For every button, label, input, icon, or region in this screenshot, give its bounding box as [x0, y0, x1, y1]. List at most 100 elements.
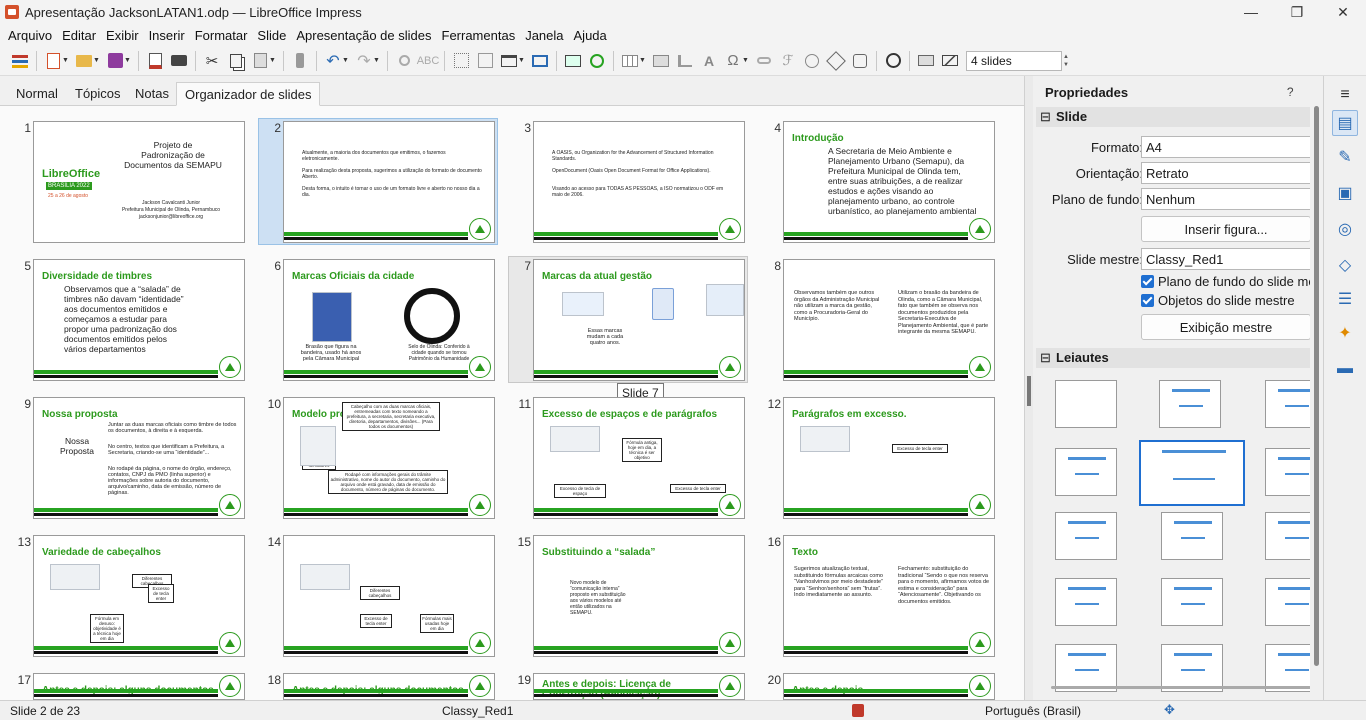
master-background-checkbox[interactable]: Plano de fundo do slide mestre: [1141, 274, 1323, 289]
layout-option[interactable]: [1055, 578, 1117, 626]
slides-per-row-spinner[interactable]: ▲ ▼: [1063, 53, 1069, 69]
insert-chart-icon[interactable]: [675, 51, 695, 71]
menu-apresentacao[interactable]: Apresentação de slides: [291, 28, 436, 43]
layout-option[interactable]: [1055, 448, 1117, 496]
slide-transition-deck-icon[interactable]: ☰: [1332, 286, 1358, 312]
grid-icon[interactable]: [451, 51, 471, 71]
menu-exibir[interactable]: Exibir: [101, 28, 144, 43]
slide-layout-icon[interactable]: [499, 51, 519, 71]
helplines-icon[interactable]: [475, 51, 495, 71]
slide-thumbnail[interactable]: Antes e depoisSEMAPU PMO: [783, 673, 995, 700]
slides-per-row-field[interactable]: 4 slides: [966, 50, 1062, 71]
format-select[interactable]: A4: [1141, 136, 1311, 158]
slide-thumbnail[interactable]: Antes e depois: alguns documentosSEMAPU …: [283, 673, 495, 700]
show-slide-icon[interactable]: [916, 51, 936, 71]
undo-icon[interactable]: ↶: [323, 51, 343, 71]
slide-thumbnail[interactable]: Antes e depois: Licença de Construção (R…: [533, 673, 745, 700]
open-folder-icon[interactable]: [74, 51, 94, 71]
layout-option[interactable]: [1161, 578, 1223, 626]
layout-option[interactable]: [1055, 512, 1117, 560]
slide-thumbnail[interactable]: LibreOffice BRASÍLIA 2022 25 a 26 de agost…: [33, 121, 245, 243]
slide-thumbnail[interactable]: Texto Sugerimos atualização textual, subs…: [783, 535, 995, 657]
background-select[interactable]: Nenhum: [1141, 188, 1311, 210]
print-icon[interactable]: [169, 51, 189, 71]
master-slide-select[interactable]: Classy_Red1: [1141, 248, 1311, 270]
section-layouts-header[interactable]: ⊟ Leiautes: [1036, 348, 1310, 368]
layout-option[interactable]: [1139, 440, 1245, 506]
layout-option[interactable]: [1161, 644, 1223, 692]
redo-icon[interactable]: ↷: [354, 51, 374, 71]
close-window-button[interactable]: ✕: [1320, 0, 1366, 24]
slide-thumbnail[interactable]: Substituindo a “salada” Novo modelo de “c…: [533, 535, 745, 657]
slide-thumbnail[interactable]: Observamos também que outros órgãos da A…: [783, 259, 995, 381]
insert-image-button[interactable]: Inserir figura...: [1141, 216, 1311, 242]
slide-thumbnail[interactable]: Marcas da atual gestão Essas marcas mudam…: [533, 259, 745, 381]
menu-slide[interactable]: Slide: [252, 28, 291, 43]
layout-option[interactable]: [1055, 380, 1117, 428]
insert-table-icon[interactable]: [620, 51, 640, 71]
help-icon[interactable]: ?: [1287, 85, 1294, 99]
save-icon[interactable]: [105, 51, 125, 71]
slide-thumbnail[interactable]: A OASIS, ou Organization for the Advance…: [533, 121, 745, 243]
layout-option[interactable]: [1161, 512, 1223, 560]
layouts-hscrollbar[interactable]: [1051, 686, 1311, 689]
insert-special-char-icon[interactable]: Ω: [723, 51, 743, 71]
export-pdf-icon[interactable]: [145, 51, 165, 71]
animation-icon[interactable]: [850, 51, 870, 71]
tab-organizador-slides[interactable]: Organizador de slides: [176, 82, 321, 106]
hide-slide-icon[interactable]: [940, 51, 960, 71]
display-views-icon[interactable]: [530, 51, 550, 71]
shapes-deck-icon[interactable]: ◇: [1332, 252, 1358, 278]
slide-thumbnail[interactable]: Excesso de espaços e de parágrafos Fórmul…: [533, 397, 745, 519]
spelling-icon[interactable]: ABC: [417, 51, 440, 71]
insert-image-icon[interactable]: [651, 51, 671, 71]
slide-thumbnail[interactable]: Diversidade de timbres Observamos que a “…: [33, 259, 245, 381]
master-slides-deck-icon[interactable]: ▬: [1332, 356, 1358, 382]
selection-mode-icon[interactable]: ✥: [1164, 702, 1175, 718]
new-document-icon[interactable]: [43, 51, 63, 71]
cut-icon[interactable]: ✂: [202, 51, 222, 71]
menu-inserir[interactable]: Inserir: [144, 28, 190, 43]
slide-thumbnail[interactable]: Diferentes cabeçalhos Excesso de tecla en…: [283, 535, 495, 657]
rehearse-timings-icon[interactable]: [883, 51, 903, 71]
slide-thumbnail[interactable]: Atualmente, a maioria dos documentos que…: [283, 121, 495, 243]
tab-normal[interactable]: Normal: [8, 82, 66, 106]
insert-textbox-icon[interactable]: A: [699, 51, 719, 71]
copy-icon[interactable]: [226, 51, 246, 71]
properties-deck-icon[interactable]: ▤: [1332, 110, 1358, 136]
fontwork-icon[interactable]: ℱ: [778, 51, 798, 71]
clone-formatting-icon[interactable]: [290, 51, 310, 71]
insert-link-icon[interactable]: [754, 51, 774, 71]
slide-thumbnail[interactable]: Nossa proposta Juntar as duas marcas ofic…: [33, 397, 245, 519]
orientation-select[interactable]: Retrato: [1141, 162, 1311, 184]
master-objects-checkbox[interactable]: Objetos do slide mestre: [1141, 293, 1295, 308]
section-slide-header[interactable]: ⊟ Slide: [1036, 107, 1310, 127]
navigator-icon[interactable]: [802, 51, 822, 71]
maximize-button[interactable]: ❐: [1274, 0, 1320, 24]
slide-thumbnail[interactable]: Modelo proposto genéricoCabeçalho com as…: [283, 397, 495, 519]
slide-thumbnail[interactable]: Antes e depois: alguns documentosSEMAPU …: [33, 673, 245, 700]
menu-ferramentas[interactable]: Ferramentas: [437, 28, 521, 43]
sidebar-menu-icon[interactable]: ≡: [1332, 82, 1358, 108]
menubar-toggle-icon[interactable]: [10, 51, 30, 71]
menu-arquivo[interactable]: Arquivo: [3, 28, 57, 43]
start-first-slide-icon[interactable]: [563, 51, 583, 71]
slide-thumbnail[interactable]: Marcas Oficiais da cidade Brasão que figu…: [283, 259, 495, 381]
styles-deck-icon[interactable]: ✎: [1332, 144, 1358, 170]
gallery-deck-icon[interactable]: ▣: [1332, 180, 1358, 206]
language-status[interactable]: Português (Brasil): [985, 704, 1081, 718]
slide-thumbnail[interactable]: Variedade de cabeçalhosDiferentes cabeça…: [33, 535, 245, 657]
layout-option[interactable]: [1055, 644, 1117, 692]
paste-icon[interactable]: [250, 51, 270, 71]
find-replace-icon[interactable]: [394, 51, 414, 71]
slide-thumbnail[interactable]: Introdução A Secretaria de Meio Ambiente …: [783, 121, 995, 243]
menu-ajuda[interactable]: Ajuda: [569, 28, 612, 43]
navigator-deck-icon[interactable]: ◎: [1332, 216, 1358, 242]
master-view-button[interactable]: Exibição mestre: [1141, 314, 1311, 340]
menu-formatar[interactable]: Formatar: [190, 28, 253, 43]
transitions-icon[interactable]: [826, 50, 846, 71]
document-modified-icon[interactable]: [852, 704, 864, 717]
tab-topicos[interactable]: Tópicos: [67, 82, 129, 106]
panel-splitter[interactable]: [1024, 76, 1033, 700]
panel-scrollbar[interactable]: [1310, 76, 1323, 700]
